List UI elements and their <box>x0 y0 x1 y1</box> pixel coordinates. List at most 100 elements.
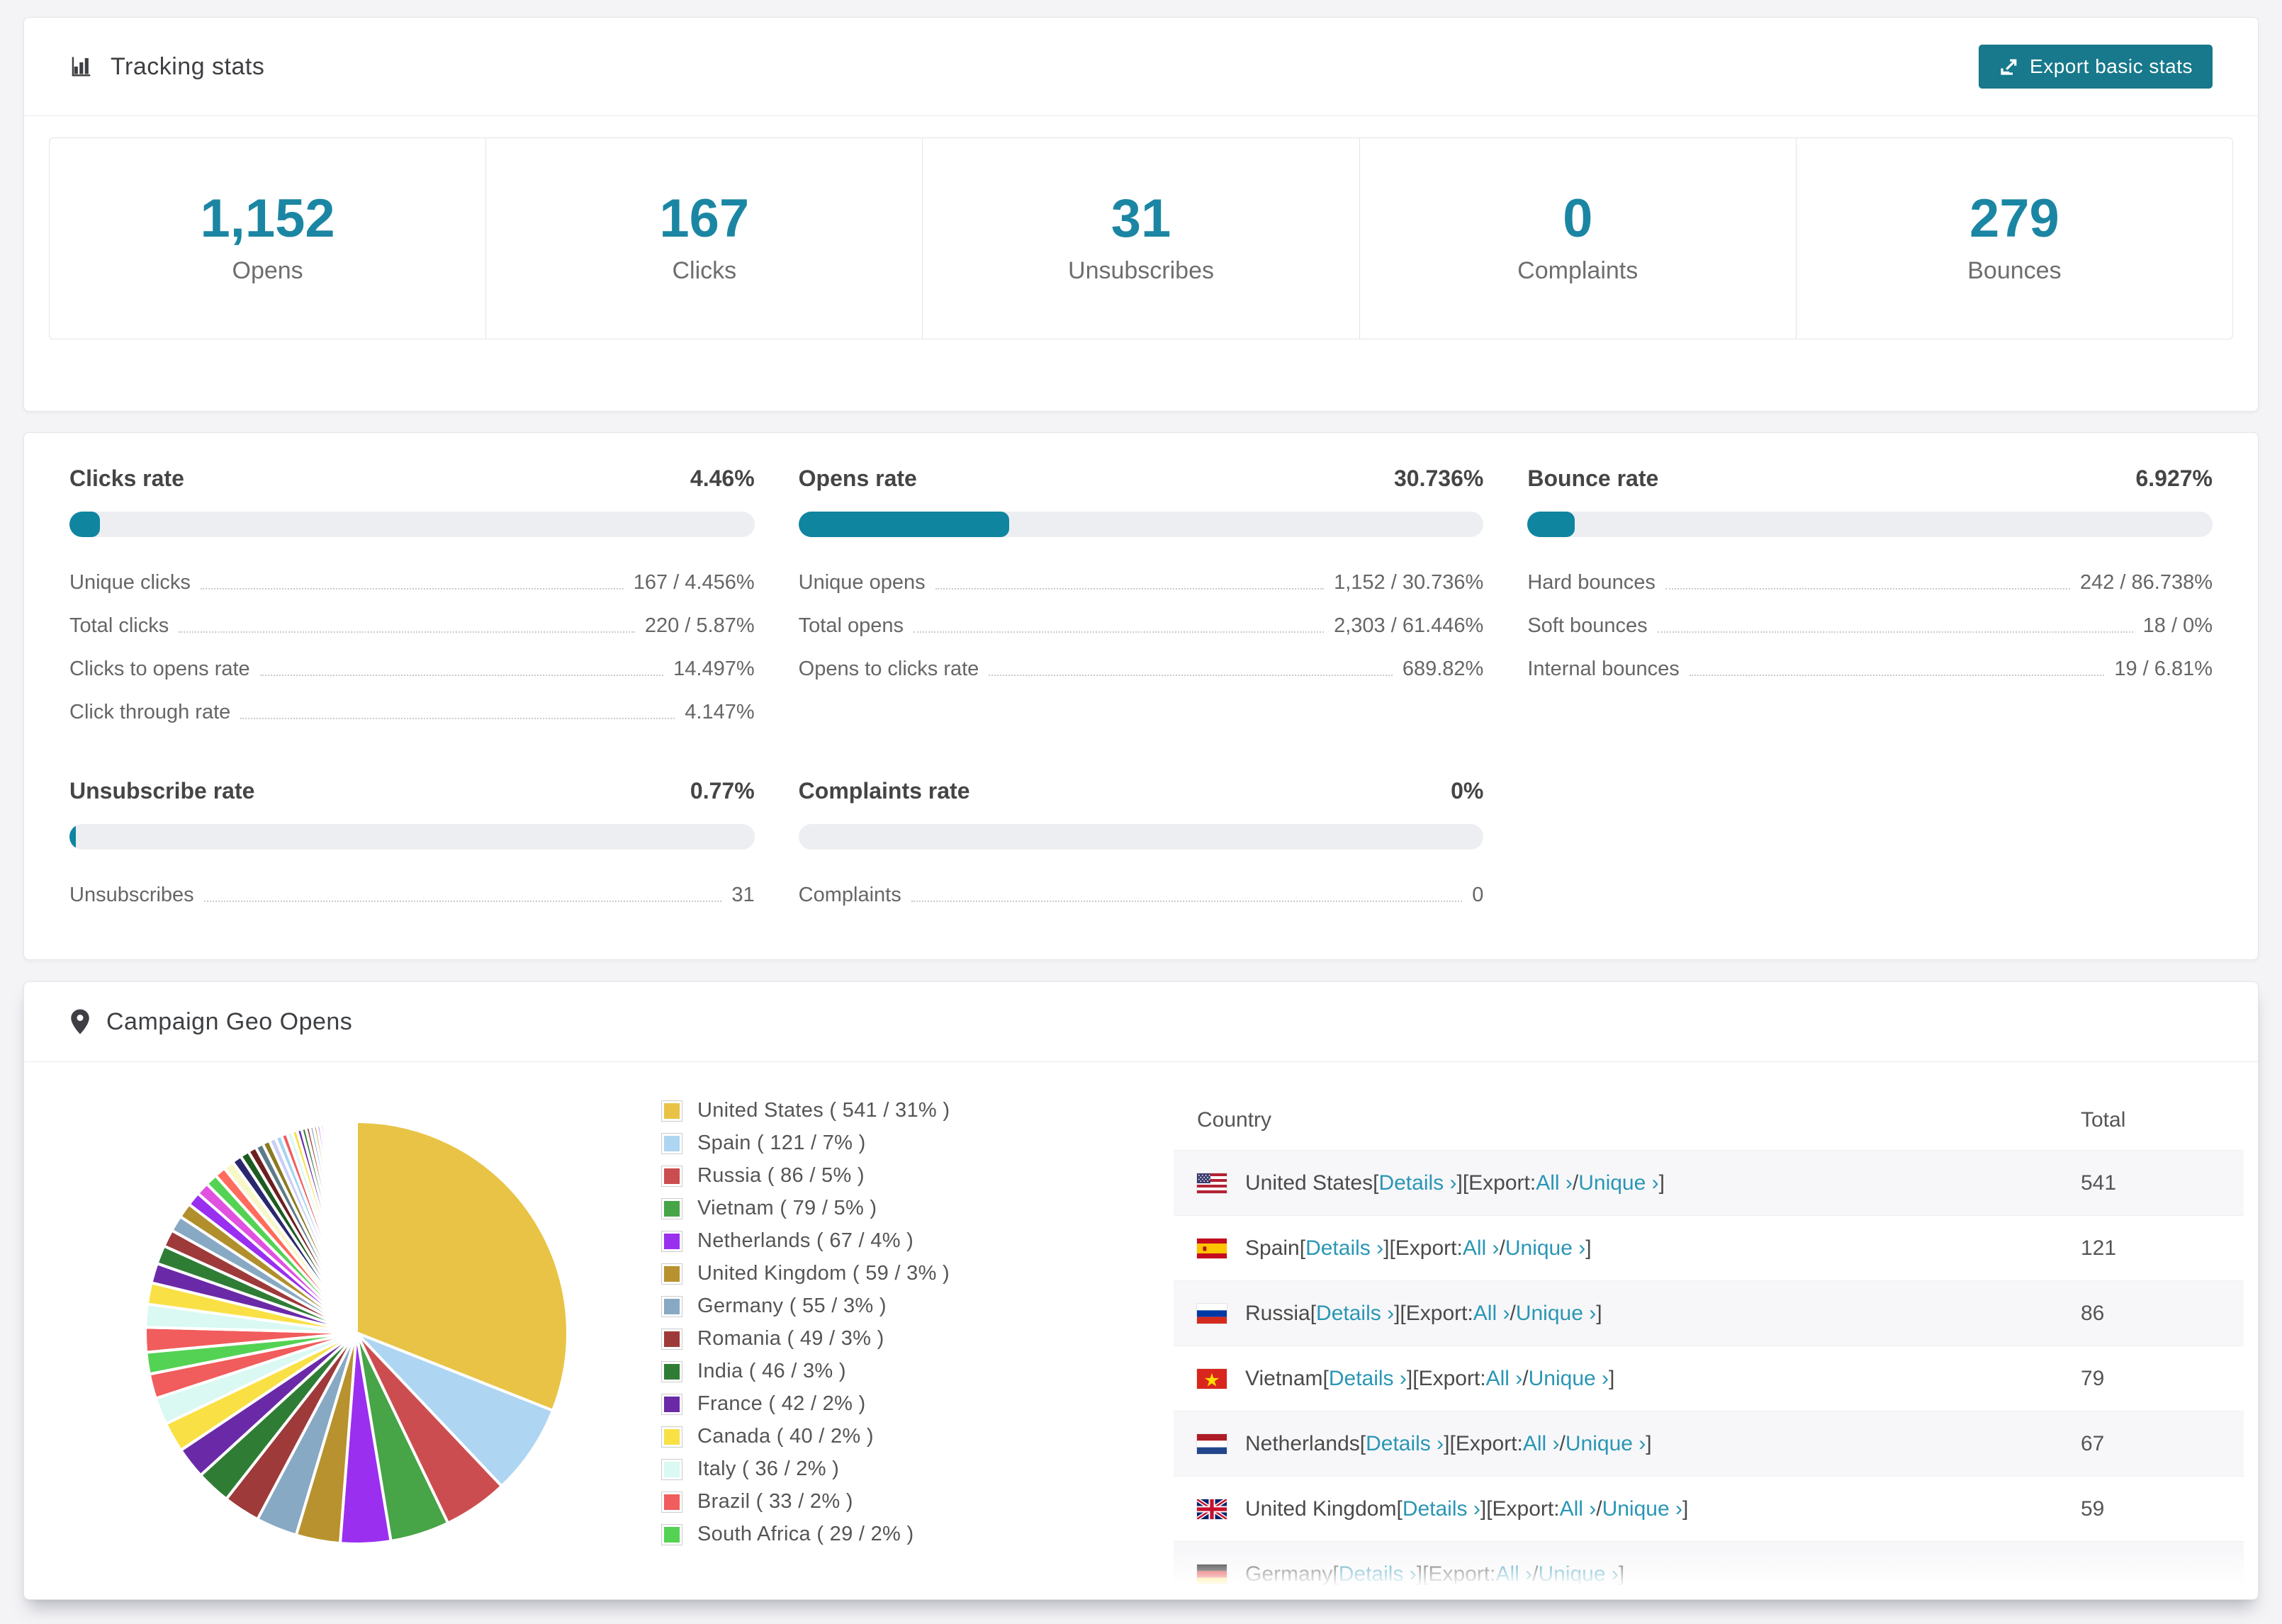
export-all-link-gb[interactable]: All › <box>1560 1497 1597 1521</box>
rate-head: Clicks rate 4.46% <box>69 466 755 492</box>
rate-title: Bounce rate <box>1527 466 1659 491</box>
export-basic-stats-button[interactable]: Export basic stats <box>1979 45 2213 89</box>
export-all-link-us[interactable]: All › <box>1536 1171 1573 1195</box>
country-cell: Netherlands [Details ›] [Export: All › /… <box>1174 1432 2081 1456</box>
country-cell: United Kingdom [Details ›] [Export: All … <box>1174 1497 2081 1521</box>
table-row-es: Spain [Details ›] [Export: All › / Uniqu… <box>1174 1215 2244 1280</box>
legend-swatch <box>662 1394 682 1414</box>
metric-row: Unique opens 1,152 / 30.736% <box>799 561 1484 604</box>
table-row-us: United States [Details ›] [Export: All ›… <box>1174 1150 2244 1215</box>
metric-value: 31 <box>731 884 755 906</box>
bracket-text: [ <box>1332 1562 1339 1586</box>
ru-flag-icon <box>1197 1303 1227 1324</box>
metric-label: Unsubscribes <box>69 884 194 906</box>
summary-stat-cell: 167 Clicks <box>485 138 922 339</box>
export-all-link-es[interactable]: All › <box>1463 1236 1500 1261</box>
bracket-text: [Export: <box>1462 1171 1536 1195</box>
export-unique-link-us[interactable]: Unique › <box>1578 1171 1658 1195</box>
dotted-leader <box>913 631 1325 633</box>
export-unique-link-ru[interactable]: Unique › <box>1516 1302 1596 1326</box>
country-cell: Russia [Details ›] [Export: All › / Uniq… <box>1174 1302 2081 1326</box>
country-cell: Germany [Details ›] [Export: All › / Uni… <box>1174 1562 2081 1586</box>
legend-item: United Kingdom ( 59 / 3% ) <box>662 1262 950 1285</box>
summary-stat-value: 167 <box>659 188 750 249</box>
metric-label: Opens to clicks rate <box>798 658 979 680</box>
country-cell: United States [Details ›] [Export: All ›… <box>1174 1171 2081 1195</box>
dotted-leader <box>179 631 635 633</box>
export-unique-link-gb[interactable]: Unique › <box>1602 1497 1682 1521</box>
metric-row: Unique clicks 167 / 4.456% <box>69 561 755 604</box>
details-link-us[interactable]: Details › <box>1378 1171 1456 1195</box>
summary-stat-value: 31 <box>1111 188 1171 249</box>
export-unique-link-es[interactable]: Unique › <box>1505 1236 1585 1261</box>
dotted-leader <box>203 901 722 902</box>
export-all-link-nl[interactable]: All › <box>1523 1432 1560 1456</box>
details-link-es[interactable]: Details › <box>1305 1236 1383 1261</box>
bracket-text: / <box>1559 1431 1566 1455</box>
total-cell: 541 <box>2081 1171 2117 1195</box>
bracket-text: / <box>1532 1562 1539 1586</box>
bracket-text: / <box>1510 1301 1516 1325</box>
geo-table-body: United States [Details ›] [Export: All ›… <box>1174 1150 2244 1599</box>
table-row-vn: Vietnam [Details ›] [Export: All › / Uni… <box>1174 1346 2244 1411</box>
bracket-text: / <box>1499 1236 1505 1260</box>
details-link-nl[interactable]: Details › <box>1366 1432 1444 1456</box>
export-unique-link-de[interactable]: Unique › <box>1538 1562 1618 1586</box>
export-all-link-ru[interactable]: All › <box>1473 1302 1510 1326</box>
table-row-nl: Netherlands [Details ›] [Export: All › /… <box>1174 1411 2244 1476</box>
rates-grid: Clicks rate 4.46% Unique clicks 167 / 4.456… <box>24 433 2258 917</box>
export-unique-link-nl[interactable]: Unique › <box>1566 1432 1646 1456</box>
rate-head: Bounce rate 6.927% <box>1527 466 2213 492</box>
de-flag-icon <box>1197 1564 1227 1584</box>
rate-head: Unsubscribe rate 0.77% <box>69 778 755 804</box>
legend-swatch <box>662 1231 682 1251</box>
details-link-de[interactable]: Details › <box>1339 1562 1417 1586</box>
legend-item: Brazil ( 33 / 2% ) <box>662 1490 950 1513</box>
legend-item: Vietnam ( 79 / 5% ) <box>662 1197 950 1220</box>
legend-item: Netherlands ( 67 / 4% ) <box>662 1229 950 1253</box>
rate-head: Complaints rate 0% <box>799 778 1484 804</box>
pie-legend: United States ( 541 / 31% ) Spain ( 121 /… <box>662 1099 950 1555</box>
bracket-text: ] <box>1682 1496 1689 1521</box>
rate-progress-bar <box>69 512 755 537</box>
rate-metrics: Unique opens 1,152 / 30.736% Total opens 2,… <box>799 561 1484 691</box>
summary-stat-value: 279 <box>1969 188 2059 249</box>
bracket-text: [ <box>1396 1496 1403 1521</box>
rate-progress-bar <box>1527 512 2213 537</box>
legend-label: Romania ( 49 / 3% ) <box>697 1327 884 1350</box>
metric-value: 167 / 4.456% <box>633 571 755 594</box>
page-title: Tracking stats <box>111 52 265 80</box>
metric-value: 18 / 0% <box>2142 614 2213 637</box>
metric-value: 4.147% <box>685 701 755 723</box>
metric-row: Complaints 0 <box>799 874 1484 917</box>
legend-swatch <box>662 1166 682 1186</box>
metric-value: 2,303 / 61.446% <box>1334 614 1484 637</box>
legend-item: Russia ( 86 / 5% ) <box>662 1164 950 1188</box>
export-unique-link-vn[interactable]: Unique › <box>1529 1367 1609 1391</box>
details-link-ru[interactable]: Details › <box>1316 1302 1394 1326</box>
legend-label: India ( 46 / 3% ) <box>697 1360 846 1382</box>
country-name: Vietnam <box>1245 1366 1323 1390</box>
metric-value: 242 / 86.738% <box>2079 571 2213 594</box>
details-link-vn[interactable]: Details › <box>1329 1367 1407 1391</box>
summary-stats-row: 1,152 Opens 167 Clicks 31 Unsubscribes 0 Compla… <box>49 137 2233 339</box>
metric-value: 19 / 6.81% <box>2114 658 2213 680</box>
details-link-gb[interactable]: Details › <box>1403 1497 1480 1521</box>
export-all-link-vn[interactable]: All › <box>1486 1367 1523 1391</box>
rate-value: 4.46% <box>690 466 755 491</box>
legend-label: Italy ( 36 / 2% ) <box>697 1457 840 1480</box>
summary-stat-cell: 0 Complaints <box>1359 138 1796 339</box>
legend-swatch <box>662 1133 682 1154</box>
dashboard-page: { "tracking": { "title": "Tracking stats… <box>0 0 2282 1624</box>
bracket-text: ] <box>1609 1366 1615 1390</box>
rate-title: Opens rate <box>798 466 917 491</box>
bracket-text: [Export: <box>1422 1562 1496 1586</box>
export-all-link-de[interactable]: All › <box>1495 1562 1532 1586</box>
rate-value: 0% <box>1451 778 1484 803</box>
dotted-leader <box>1657 631 2133 633</box>
bracket-text: [Export: <box>1389 1236 1463 1260</box>
bracket-text: [ <box>1359 1431 1366 1455</box>
legend-label: Canada ( 40 / 2% ) <box>697 1425 874 1448</box>
geo-title: Campaign Geo Opens <box>106 1008 353 1035</box>
legend-swatch <box>662 1100 682 1121</box>
